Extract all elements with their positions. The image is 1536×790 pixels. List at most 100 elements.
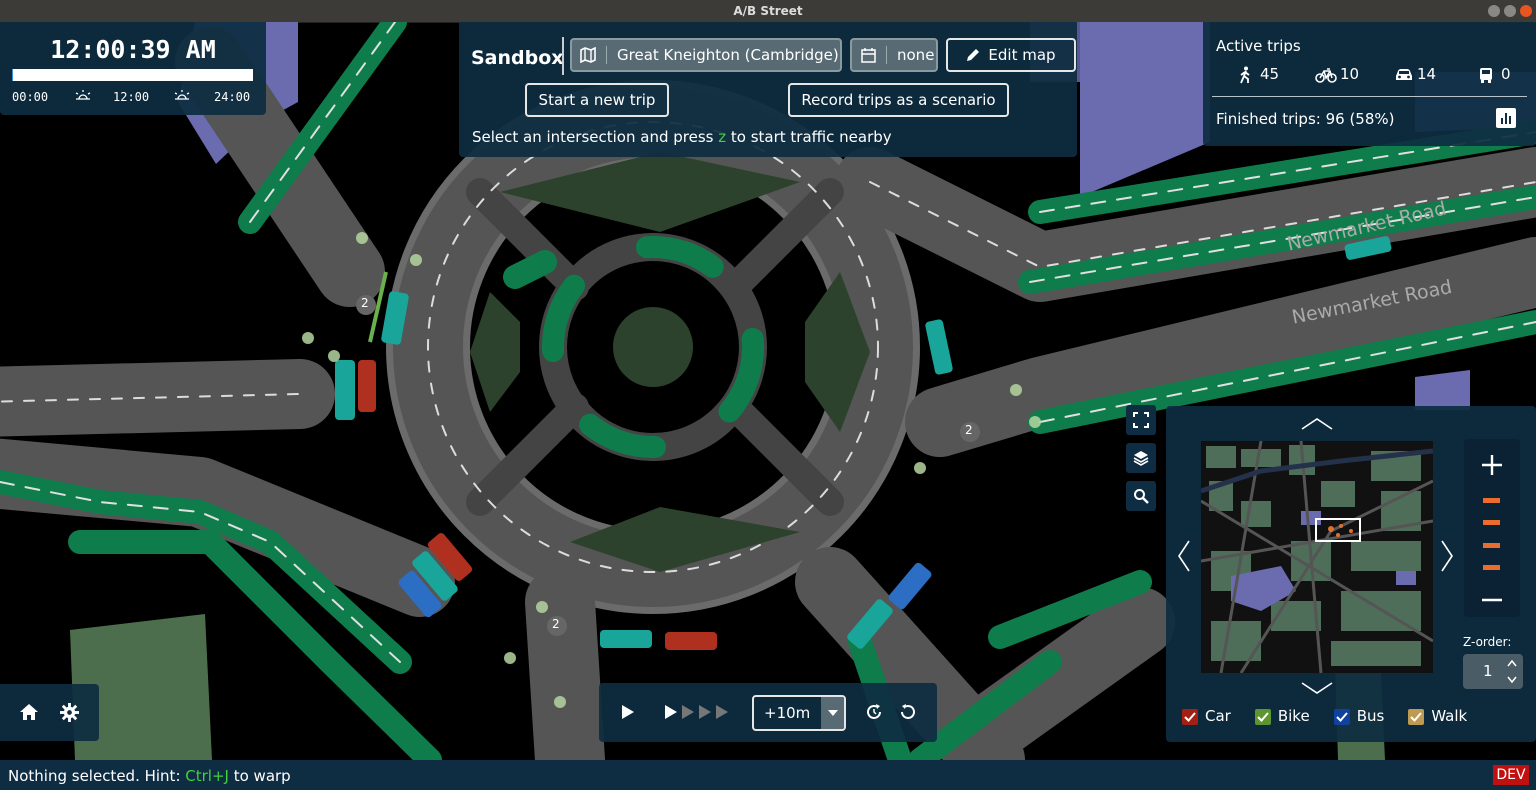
step-dropdown-toggle[interactable]	[821, 697, 844, 729]
hint-text-end: to start traffic nearby	[726, 128, 892, 146]
change-map-button[interactable]: Great Kneighton (Cambridge)	[570, 38, 842, 72]
pan-up-icon[interactable]	[1301, 418, 1333, 430]
sandbox-hint: Select an intersection and press z to st…	[472, 128, 892, 146]
sunset-icon	[172, 89, 192, 101]
speed-panel: +10m	[599, 683, 937, 742]
step-forward-dropdown[interactable]: +10m	[752, 695, 846, 731]
home-icon[interactable]	[19, 703, 39, 721]
bus-count: 0	[1501, 65, 1511, 83]
minimap-panel: Z-order: 1 Car Bike Bus Walk	[1166, 406, 1536, 742]
start-new-trip-button[interactable]: Start a new trip	[525, 83, 669, 117]
z-order-up-icon[interactable]	[1507, 659, 1517, 667]
gear-icon[interactable]	[60, 703, 79, 722]
play-icon[interactable]	[621, 704, 635, 720]
trips-divider	[1212, 96, 1527, 97]
title-divider	[562, 37, 564, 75]
window-titlebar: A/B Street	[0, 0, 1536, 23]
edit-map-label: Edit map	[988, 46, 1056, 64]
agent-group-count: 2	[361, 296, 369, 310]
close-window-button[interactable]	[1520, 5, 1532, 17]
filter-bus[interactable]: Bus	[1333, 707, 1385, 725]
reset-icon[interactable]	[899, 703, 917, 721]
filter-bus-label: Bus	[1356, 707, 1385, 725]
trip-stats-icon[interactable]	[1496, 108, 1516, 128]
speed-3-icon[interactable]	[698, 704, 712, 720]
day-progress-bar	[12, 69, 253, 81]
zoom-level-2[interactable]	[1483, 520, 1500, 525]
status-hint-end: to warp	[228, 767, 291, 785]
calendar-icon	[861, 47, 876, 63]
pencil-icon	[966, 48, 980, 62]
hint-text: Select an intersection and press	[472, 128, 719, 146]
active-trips-panel: Active trips 45 10 14 0 Finished trips: …	[1203, 22, 1536, 146]
minimap[interactable]	[1201, 441, 1433, 673]
zoom-control	[1464, 439, 1520, 617]
search-icon	[1133, 488, 1149, 504]
z-order-down-icon[interactable]	[1507, 676, 1517, 684]
maximize-button[interactable]	[1504, 5, 1516, 17]
car-checkbox[interactable]	[1182, 708, 1198, 725]
status-key: Ctrl+J	[185, 767, 229, 785]
pan-left-icon[interactable]	[1178, 540, 1190, 572]
minimize-button[interactable]	[1488, 5, 1500, 17]
sandbox-panel: Sandbox Great Kneighton (Cambridge) none…	[459, 22, 1077, 157]
status-hint: Nothing selected. Hint:	[8, 767, 186, 785]
zoom-in-icon[interactable]	[1481, 454, 1503, 476]
layers-icon	[1133, 450, 1149, 466]
z-order-label: Z-order:	[1463, 635, 1512, 649]
step-label: +10m	[764, 704, 811, 722]
change-scenario-button[interactable]: none	[850, 38, 938, 72]
bike-icon	[1315, 67, 1337, 83]
speed-2-icon[interactable]	[681, 704, 695, 720]
record-trips-button[interactable]: Record trips as a scenario	[788, 83, 1009, 117]
bus-checkbox[interactable]	[1333, 708, 1350, 725]
dev-badge: DEV	[1493, 765, 1529, 785]
z-order-spinner[interactable]: 1	[1463, 654, 1523, 689]
filter-car-label: Car	[1205, 707, 1231, 725]
pedestrian-icon	[1237, 66, 1253, 84]
hint-key: z	[718, 128, 727, 146]
zoom-level-1[interactable]	[1483, 498, 1500, 503]
expand-icon	[1133, 412, 1149, 428]
walking-count: 45	[1260, 65, 1280, 83]
map-icon	[580, 47, 596, 63]
mode-title: Sandbox	[471, 47, 564, 69]
filter-walk[interactable]: Walk	[1408, 707, 1467, 725]
time-panel: 12:00:39 AM 00:00 12:00 24:00	[0, 22, 266, 115]
tick-end: 24:00	[214, 90, 251, 104]
filter-bike[interactable]: Bike	[1254, 707, 1310, 725]
search-button[interactable]	[1126, 481, 1156, 511]
window-title: A/B Street	[733, 4, 803, 18]
map-name: Great Kneighton (Cambridge)	[606, 46, 839, 64]
active-trips-title: Active trips	[1216, 37, 1301, 55]
minimap-drawing	[1201, 441, 1433, 673]
filter-bike-label: Bike	[1277, 707, 1310, 725]
zoom-level-3[interactable]	[1483, 543, 1500, 548]
car-icon	[1395, 68, 1413, 82]
bike-checkbox[interactable]	[1254, 708, 1271, 725]
tick-mid: 12:00	[113, 90, 150, 104]
zoom-level-4[interactable]	[1483, 565, 1500, 570]
fullscreen-minimap-button[interactable]	[1126, 405, 1156, 435]
edit-map-button[interactable]: Edit map	[946, 38, 1076, 72]
tick-start: 00:00	[12, 90, 49, 104]
zoom-out-icon[interactable]	[1481, 598, 1503, 602]
agent-group-count: 2	[552, 617, 560, 631]
pan-down-icon[interactable]	[1301, 682, 1333, 694]
walk-checkbox[interactable]	[1408, 708, 1425, 725]
biking-count: 10	[1340, 65, 1360, 83]
speed-1-icon[interactable]	[664, 704, 678, 720]
filter-car[interactable]: Car	[1182, 707, 1231, 725]
driving-count: 14	[1417, 65, 1437, 83]
status-text: Nothing selected. Hint: Ctrl+J to warp	[8, 767, 291, 785]
speed-4-icon[interactable]	[715, 704, 729, 720]
finished-trips: Finished trips: 96 (58%)	[1216, 110, 1395, 128]
agent-filters: Car Bike Bus Walk	[1182, 707, 1522, 725]
status-bar: Nothing selected. Hint: Ctrl+J to warp D…	[0, 760, 1536, 790]
sunrise-icon	[73, 89, 93, 101]
pan-right-icon[interactable]	[1441, 540, 1453, 572]
layers-button[interactable]	[1126, 443, 1156, 473]
jump-to-time-icon[interactable]	[865, 703, 883, 721]
z-order-value: 1	[1483, 662, 1493, 680]
scenario-name: none	[886, 46, 934, 64]
